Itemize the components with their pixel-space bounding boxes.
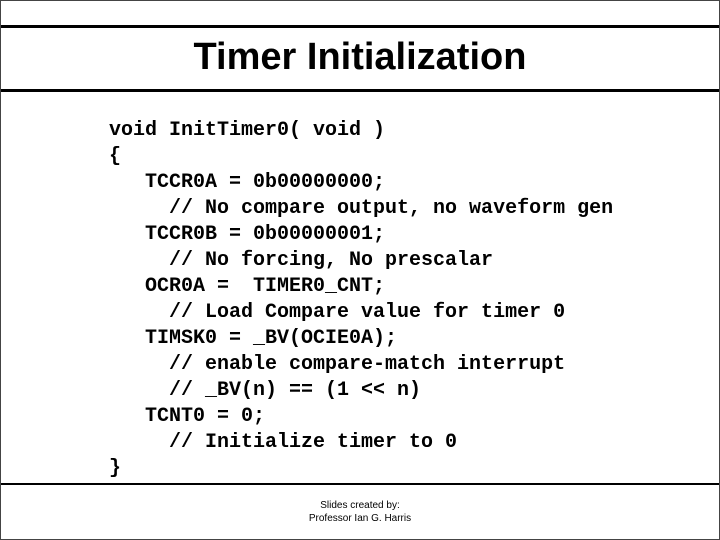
footer-line-2: Professor Ian G. Harris xyxy=(1,513,719,526)
footer-line-1: Slides created by: xyxy=(1,500,719,513)
code-block: void InitTimer0( void ) { TCCR0A = 0b000… xyxy=(109,118,719,482)
footer: Slides created by: Professor Ian G. Harr… xyxy=(1,500,719,525)
footer-rule xyxy=(1,483,719,485)
slide-title: Timer Initialization xyxy=(1,28,719,89)
slide: Timer Initialization void InitTimer0( vo… xyxy=(0,0,720,540)
title-bar: Timer Initialization xyxy=(1,25,719,92)
